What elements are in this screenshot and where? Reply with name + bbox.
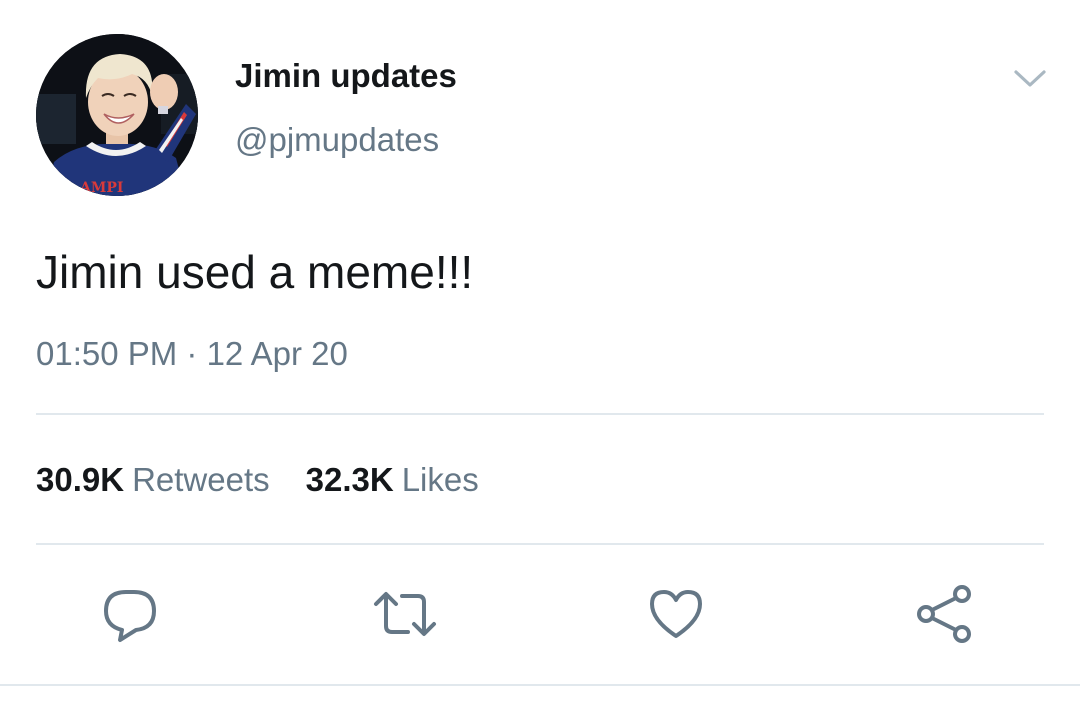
divider [36,413,1044,415]
like-icon [650,590,702,638]
share-button[interactable] [914,584,974,644]
chevron-down-icon[interactable] [1008,60,1052,96]
avatar[interactable]: AMPI [36,34,198,196]
avatar-photo: AMPI [36,34,198,196]
retweets-stat[interactable]: 30.9K Retweets [36,460,270,500]
tweet-text: Jimin used a meme!!! [36,246,474,298]
retweet-button[interactable] [372,584,436,644]
like-button[interactable] [646,584,706,644]
likes-count: 32.3K [305,461,394,498]
likes-stat[interactable]: 32.3K Likes [306,460,479,500]
retweet-icon [374,592,436,636]
likes-label: Likes [401,461,479,498]
retweets-label: Retweets [132,461,270,498]
divider [0,684,1080,686]
tweet-timestamp[interactable]: 01:50 PM · 12 Apr 20 [36,334,348,374]
display-name[interactable]: Jimin updates [235,56,457,96]
user-handle: @pjmupdates [235,121,440,158]
avatar-shirt-text: AMPI [79,180,123,196]
reply-icon [104,590,156,642]
retweets-count: 30.9K [36,461,125,498]
reply-button[interactable] [100,584,160,644]
tweet-stats: 30.9K Retweets 32.3K Likes [36,460,515,500]
share-icon [917,585,971,643]
divider [36,543,1044,545]
